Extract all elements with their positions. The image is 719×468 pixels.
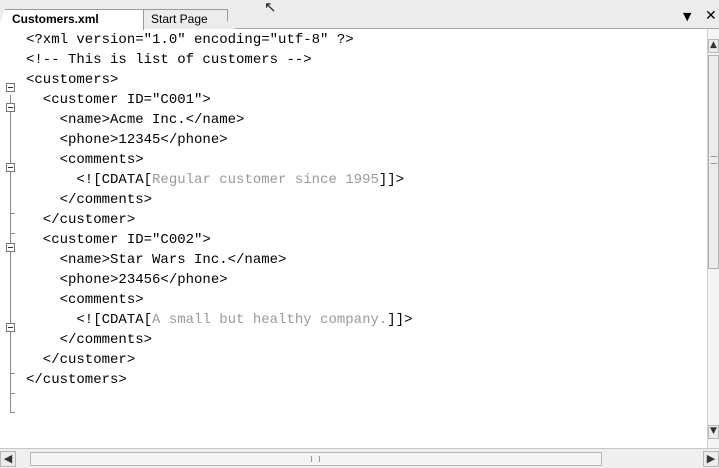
close-icon[interactable]: ✕ [705, 9, 717, 24]
cdata-text: A small but healthy company. [152, 312, 388, 328]
xml-markup: <customer ID="C001"> [26, 92, 211, 108]
outline-end-marker [10, 213, 15, 214]
code-line[interactable]: <name>Acme Inc.</name> [26, 110, 245, 130]
code-line[interactable]: <![CDATA[Regular customer since 1995]]> [26, 170, 404, 190]
xml-markup: <name>Acme Inc.</name> [26, 112, 245, 128]
code-line[interactable]: <phone>23456</phone> [26, 270, 228, 290]
chevron-down-icon[interactable]: ▼ [683, 10, 691, 24]
outline-end-marker [10, 233, 15, 234]
xml-markup: <comments> [26, 152, 144, 168]
arrow-right-icon[interactable]: ▶ [703, 451, 719, 467]
code-line[interactable]: </comments> [26, 330, 152, 350]
code-line[interactable]: <comments> [26, 150, 144, 170]
vertical-scrollbar[interactable]: ▲ ▼ [707, 29, 719, 448]
xml-markup: </customer> [26, 352, 136, 368]
code-line[interactable]: </comments> [26, 190, 152, 210]
xml-markup: <phone>12345</phone> [26, 132, 228, 148]
xml-editor[interactable]: <?xml version="1.0" encoding="utf-8" ?> <… [0, 29, 707, 448]
xml-markup: <![CDATA[ [26, 312, 153, 328]
xml-markup: </customer> [26, 212, 136, 228]
code-line[interactable]: <customers> [26, 70, 118, 90]
cdata-text: Regular customer since 1995 [152, 172, 379, 188]
outline-guide-line [10, 95, 11, 413]
tab-start-page[interactable]: Start Page [140, 9, 235, 29]
horizontal-scroll-thumb[interactable] [30, 452, 602, 466]
collapse-customer-2-icon[interactable] [6, 243, 15, 252]
mouse-cursor-icon: ↖ [264, 0, 277, 16]
grip-icon [711, 156, 717, 164]
code-line[interactable]: </customer> [26, 210, 135, 230]
code-line[interactable]: <comments> [26, 290, 144, 310]
xml-markup: ]]> [387, 312, 413, 328]
code-line[interactable]: <?xml version="1.0" encoding="utf-8" ?> [26, 30, 354, 50]
code-line[interactable]: <!-- This is list of customers --> [26, 50, 312, 70]
vertical-scroll-thumb[interactable] [708, 55, 719, 269]
outline-end-marker [10, 412, 15, 413]
xml-markup: <name>Star Wars Inc.</name> [26, 252, 287, 268]
code-line[interactable]: </customers> [26, 370, 127, 390]
collapse-customer-1-icon[interactable] [6, 103, 15, 112]
arrow-left-icon[interactable]: ◀ [0, 451, 16, 467]
tab-customers-xml[interactable]: Customers.xml [0, 9, 144, 31]
collapse-customers-icon[interactable] [6, 83, 15, 92]
xml-markup: <customers> [26, 72, 119, 88]
xml-markup: </comments> [26, 192, 153, 208]
code-line[interactable]: <name>Star Wars Inc.</name> [26, 250, 287, 270]
xml-markup: <?xml version="1.0" encoding="utf-8" ?> [26, 32, 354, 48]
document-tab-strip: Start Page Customers.xml ↖ ▼ ✕ [0, 0, 719, 31]
xml-markup: <![CDATA[ [26, 172, 153, 188]
xml-markup: <customer ID="C002"> [26, 232, 211, 248]
collapse-comments-2-icon[interactable] [6, 323, 15, 332]
xml-markup: <phone>23456</phone> [26, 272, 228, 288]
xml-markup: </customers> [26, 372, 127, 388]
outline-end-marker [10, 373, 15, 374]
code-line[interactable]: <customer ID="C002"> [26, 230, 211, 250]
xml-markup: <!-- This is list of customers --> [26, 52, 312, 68]
grip-icon [311, 456, 320, 462]
horizontal-scrollbar[interactable]: ◀ ▶ [0, 448, 719, 468]
code-line[interactable]: <phone>12345</phone> [26, 130, 228, 150]
xml-markup: ]]> [378, 172, 405, 188]
xml-markup: </comments> [26, 332, 153, 348]
arrow-up-icon[interactable]: ▲ [708, 39, 719, 53]
outline-end-marker [10, 393, 15, 394]
arrow-down-icon[interactable]: ▼ [708, 425, 719, 439]
code-line[interactable]: <![CDATA[A small but healthy company.]]> [26, 310, 413, 330]
collapse-comments-1-icon[interactable] [6, 163, 15, 172]
code-line[interactable]: <customer ID="C001"> [26, 90, 211, 110]
code-line[interactable]: </customer> [26, 350, 135, 370]
xml-markup: <comments> [26, 292, 144, 308]
